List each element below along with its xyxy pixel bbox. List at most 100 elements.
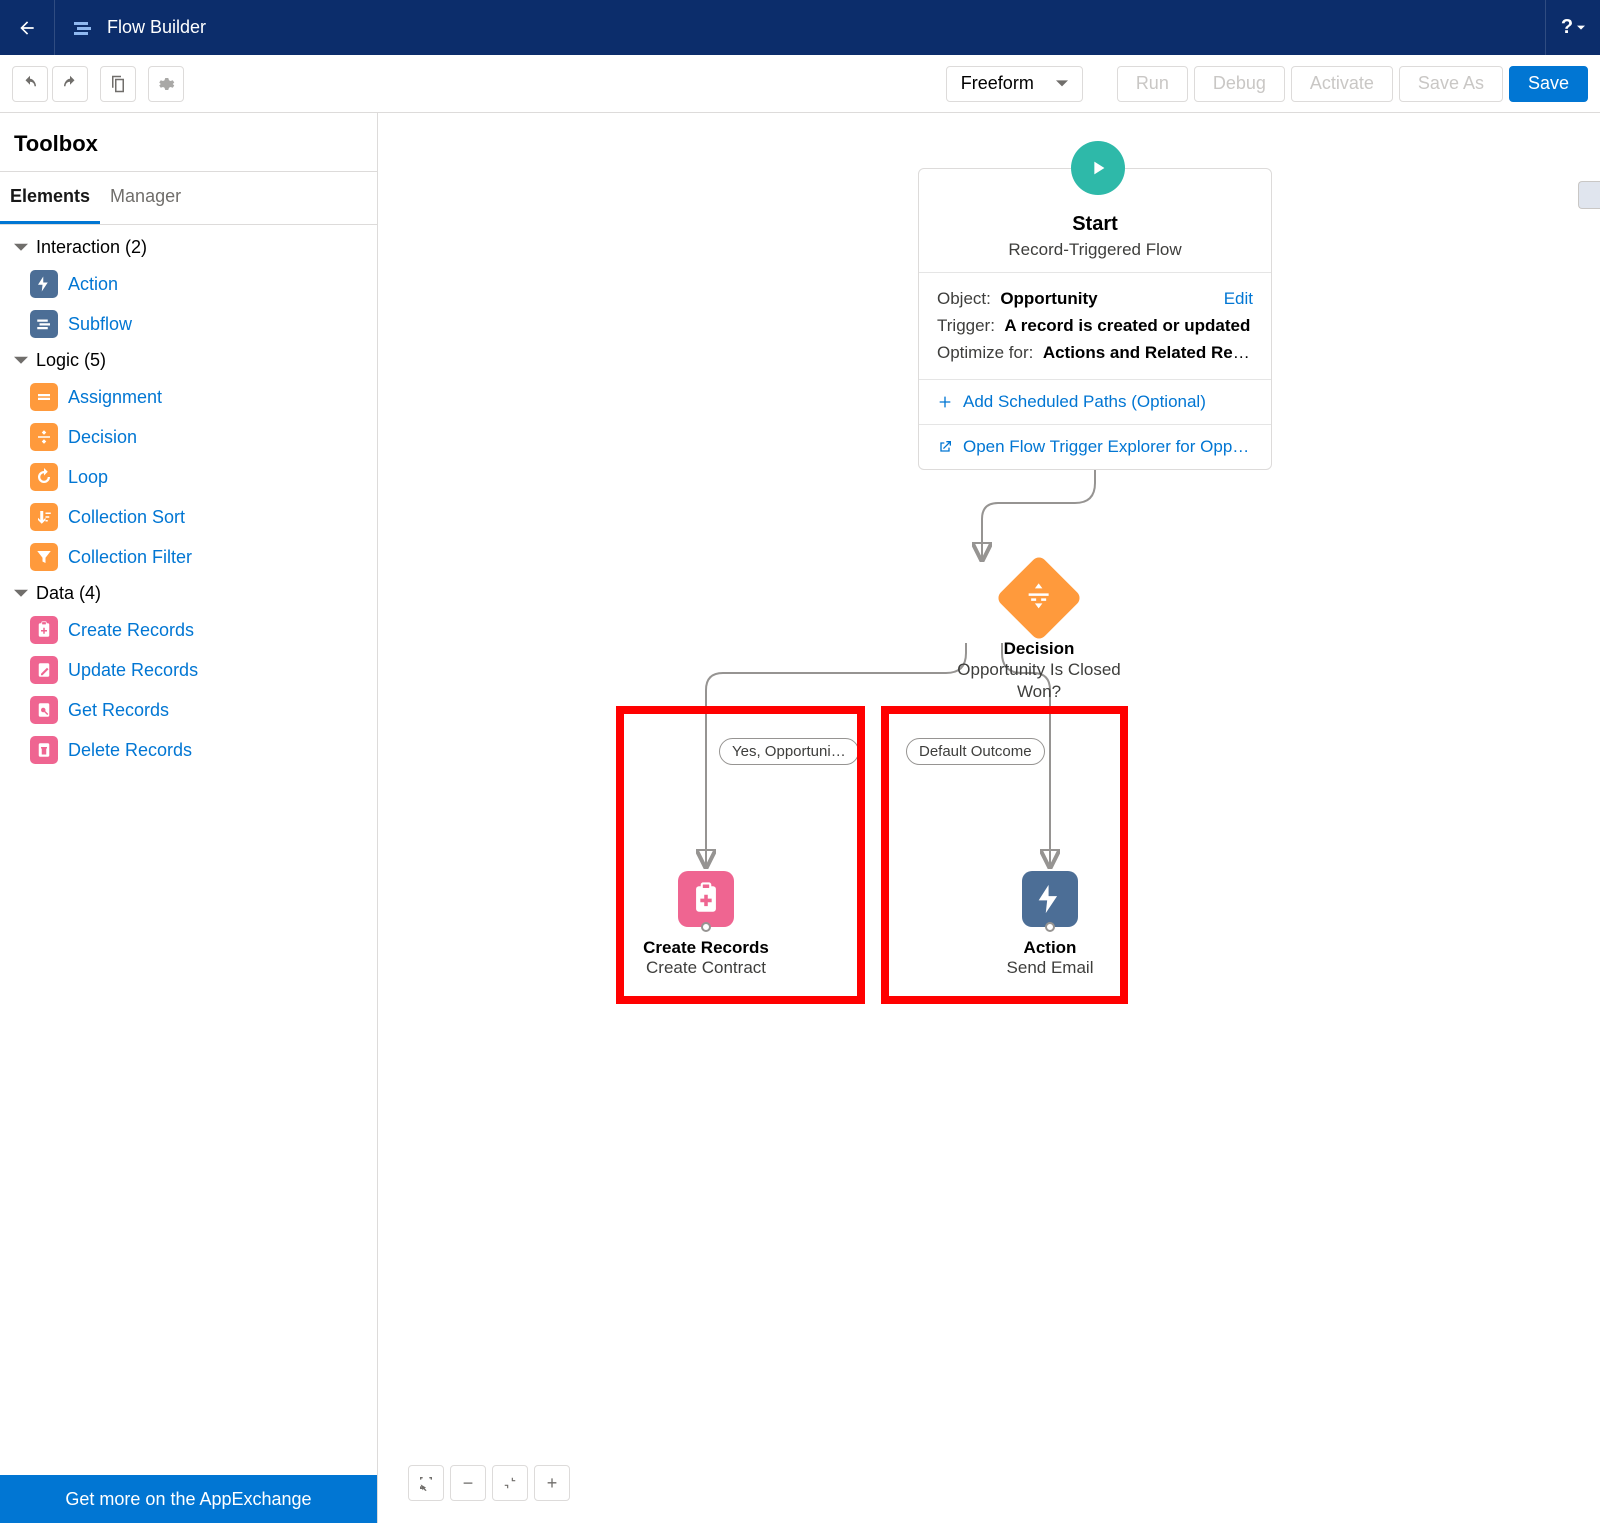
fit-view-button[interactable] bbox=[492, 1465, 528, 1501]
back-button[interactable] bbox=[0, 0, 55, 55]
link-text: Open Flow Trigger Explorer for Opport… bbox=[963, 437, 1253, 457]
chevron-down-icon bbox=[1056, 78, 1068, 90]
open-trigger-explorer-link[interactable]: Open Flow Trigger Explorer for Opport… bbox=[919, 425, 1271, 469]
help-button[interactable]: ? bbox=[1545, 0, 1600, 55]
tree-item-label: Create Records bbox=[68, 620, 194, 641]
start-node-play[interactable] bbox=[1071, 141, 1125, 195]
trigger-label: Trigger: bbox=[937, 316, 995, 335]
run-button[interactable]: Run bbox=[1117, 66, 1188, 102]
arrow-left-icon bbox=[17, 18, 37, 38]
layout-select[interactable]: Freeform bbox=[946, 66, 1083, 102]
section-label: Interaction (2) bbox=[36, 237, 147, 258]
tree-item-label: Get Records bbox=[68, 700, 169, 721]
bolt-icon bbox=[1033, 882, 1067, 916]
tab-manager[interactable]: Manager bbox=[100, 172, 191, 224]
clipboard-plus-icon bbox=[689, 882, 723, 916]
connector-dot[interactable] bbox=[701, 922, 711, 932]
help-icon: ? bbox=[1561, 16, 1573, 39]
tree-item-delete-records[interactable]: Delete Records bbox=[0, 730, 377, 770]
start-card[interactable]: Start Record-Triggered Flow Edit Object:… bbox=[918, 168, 1272, 470]
node-subtitle: Create Contract bbox=[621, 958, 791, 978]
activate-button[interactable]: Activate bbox=[1291, 66, 1393, 102]
undo-icon bbox=[21, 75, 39, 93]
collapse-icon bbox=[503, 1476, 517, 1490]
zoom-out-button[interactable]: − bbox=[450, 1465, 486, 1501]
app-header: Flow Builder ? bbox=[0, 0, 1600, 55]
tree-item-label: Decision bbox=[68, 427, 137, 448]
tree-item-label: Assignment bbox=[68, 387, 162, 408]
tree-item-create-records[interactable]: Create Records bbox=[0, 610, 377, 650]
tree-item-update-records[interactable]: Update Records bbox=[0, 650, 377, 690]
tree-item-label: Update Records bbox=[68, 660, 198, 681]
add-scheduled-paths-link[interactable]: Add Scheduled Paths (Optional) bbox=[919, 380, 1271, 425]
create-records-node[interactable]: Create Records Create Contract bbox=[621, 871, 791, 978]
external-link-icon bbox=[937, 439, 953, 455]
copy-icon bbox=[109, 75, 127, 93]
optimize-label: Optimize for: bbox=[937, 343, 1033, 362]
action-icon bbox=[30, 270, 58, 298]
app-title: Flow Builder bbox=[107, 17, 206, 38]
redo-button[interactable] bbox=[52, 66, 88, 102]
flow-canvas[interactable]: Start Record-Triggered Flow Edit Object:… bbox=[378, 113, 1600, 1523]
section-data[interactable]: Data (4) bbox=[0, 577, 377, 610]
tree-item-label: Subflow bbox=[68, 314, 132, 335]
settings-button[interactable] bbox=[148, 66, 184, 102]
decision-node[interactable]: Decision Opportunity Is Closed Won? bbox=[937, 567, 1141, 703]
undo-button[interactable] bbox=[12, 66, 48, 102]
decision-icon bbox=[1024, 581, 1054, 611]
section-label: Data (4) bbox=[36, 583, 101, 604]
section-logic[interactable]: Logic (5) bbox=[0, 344, 377, 377]
tree-item-loop[interactable]: Loop bbox=[0, 457, 377, 497]
filter-icon bbox=[30, 543, 58, 571]
layout-select-label: Freeform bbox=[961, 73, 1034, 94]
optimize-value: Actions and Related Recor… bbox=[1043, 343, 1253, 362]
redo-icon bbox=[61, 75, 79, 93]
link-text: Add Scheduled Paths (Optional) bbox=[963, 392, 1206, 412]
delete-records-icon bbox=[30, 736, 58, 764]
tree-item-action[interactable]: Action bbox=[0, 264, 377, 304]
tree-item-decision[interactable]: Decision bbox=[0, 417, 377, 457]
chevron-down-icon bbox=[14, 354, 28, 368]
decision-diamond[interactable] bbox=[995, 554, 1083, 642]
right-panel-toggle[interactable] bbox=[1578, 181, 1600, 209]
update-records-icon bbox=[30, 656, 58, 684]
decision-title: Decision bbox=[937, 639, 1141, 659]
create-records-node-icon bbox=[678, 871, 734, 927]
tree-item-collection-filter[interactable]: Collection Filter bbox=[0, 537, 377, 577]
tab-elements[interactable]: Elements bbox=[0, 172, 100, 224]
toolbar: Freeform Run Debug Activate Save As Save bbox=[0, 55, 1600, 113]
select-icon bbox=[418, 1475, 434, 1491]
get-records-icon bbox=[30, 696, 58, 724]
save-button[interactable]: Save bbox=[1509, 66, 1588, 102]
play-icon bbox=[1087, 157, 1109, 179]
tree-item-label: Collection Sort bbox=[68, 507, 185, 528]
copy-button[interactable] bbox=[100, 66, 136, 102]
connector-dot[interactable] bbox=[1045, 922, 1055, 932]
tree-item-assignment[interactable]: Assignment bbox=[0, 377, 377, 417]
chevron-down-icon bbox=[1577, 24, 1585, 32]
create-records-icon bbox=[30, 616, 58, 644]
edit-link[interactable]: Edit bbox=[1224, 285, 1253, 312]
marquee-select-button[interactable] bbox=[408, 1465, 444, 1501]
start-title: Start bbox=[931, 213, 1259, 236]
decision-subtitle: Opportunity Is Closed Won? bbox=[937, 659, 1141, 703]
tree-item-collection-sort[interactable]: Collection Sort bbox=[0, 497, 377, 537]
loop-icon bbox=[30, 463, 58, 491]
element-tree: Interaction (2) Action Subflow Logic (5)… bbox=[0, 225, 377, 1475]
zoom-controls: − + bbox=[408, 1465, 570, 1501]
action-node[interactable]: Action Send Email bbox=[965, 871, 1135, 978]
section-interaction[interactable]: Interaction (2) bbox=[0, 231, 377, 264]
tree-item-label: Loop bbox=[68, 467, 108, 488]
save-as-button[interactable]: Save As bbox=[1399, 66, 1503, 102]
node-title: Create Records bbox=[621, 938, 791, 958]
debug-button[interactable]: Debug bbox=[1194, 66, 1285, 102]
tree-item-label: Action bbox=[68, 274, 118, 295]
chevron-down-icon bbox=[14, 241, 28, 255]
tree-item-subflow[interactable]: Subflow bbox=[0, 304, 377, 344]
object-value: Opportunity bbox=[1000, 289, 1097, 308]
zoom-in-button[interactable]: + bbox=[534, 1465, 570, 1501]
action-node-icon bbox=[1022, 871, 1078, 927]
appexchange-link[interactable]: Get more on the AppExchange bbox=[0, 1475, 377, 1523]
tree-item-get-records[interactable]: Get Records bbox=[0, 690, 377, 730]
node-title: Action bbox=[965, 938, 1135, 958]
